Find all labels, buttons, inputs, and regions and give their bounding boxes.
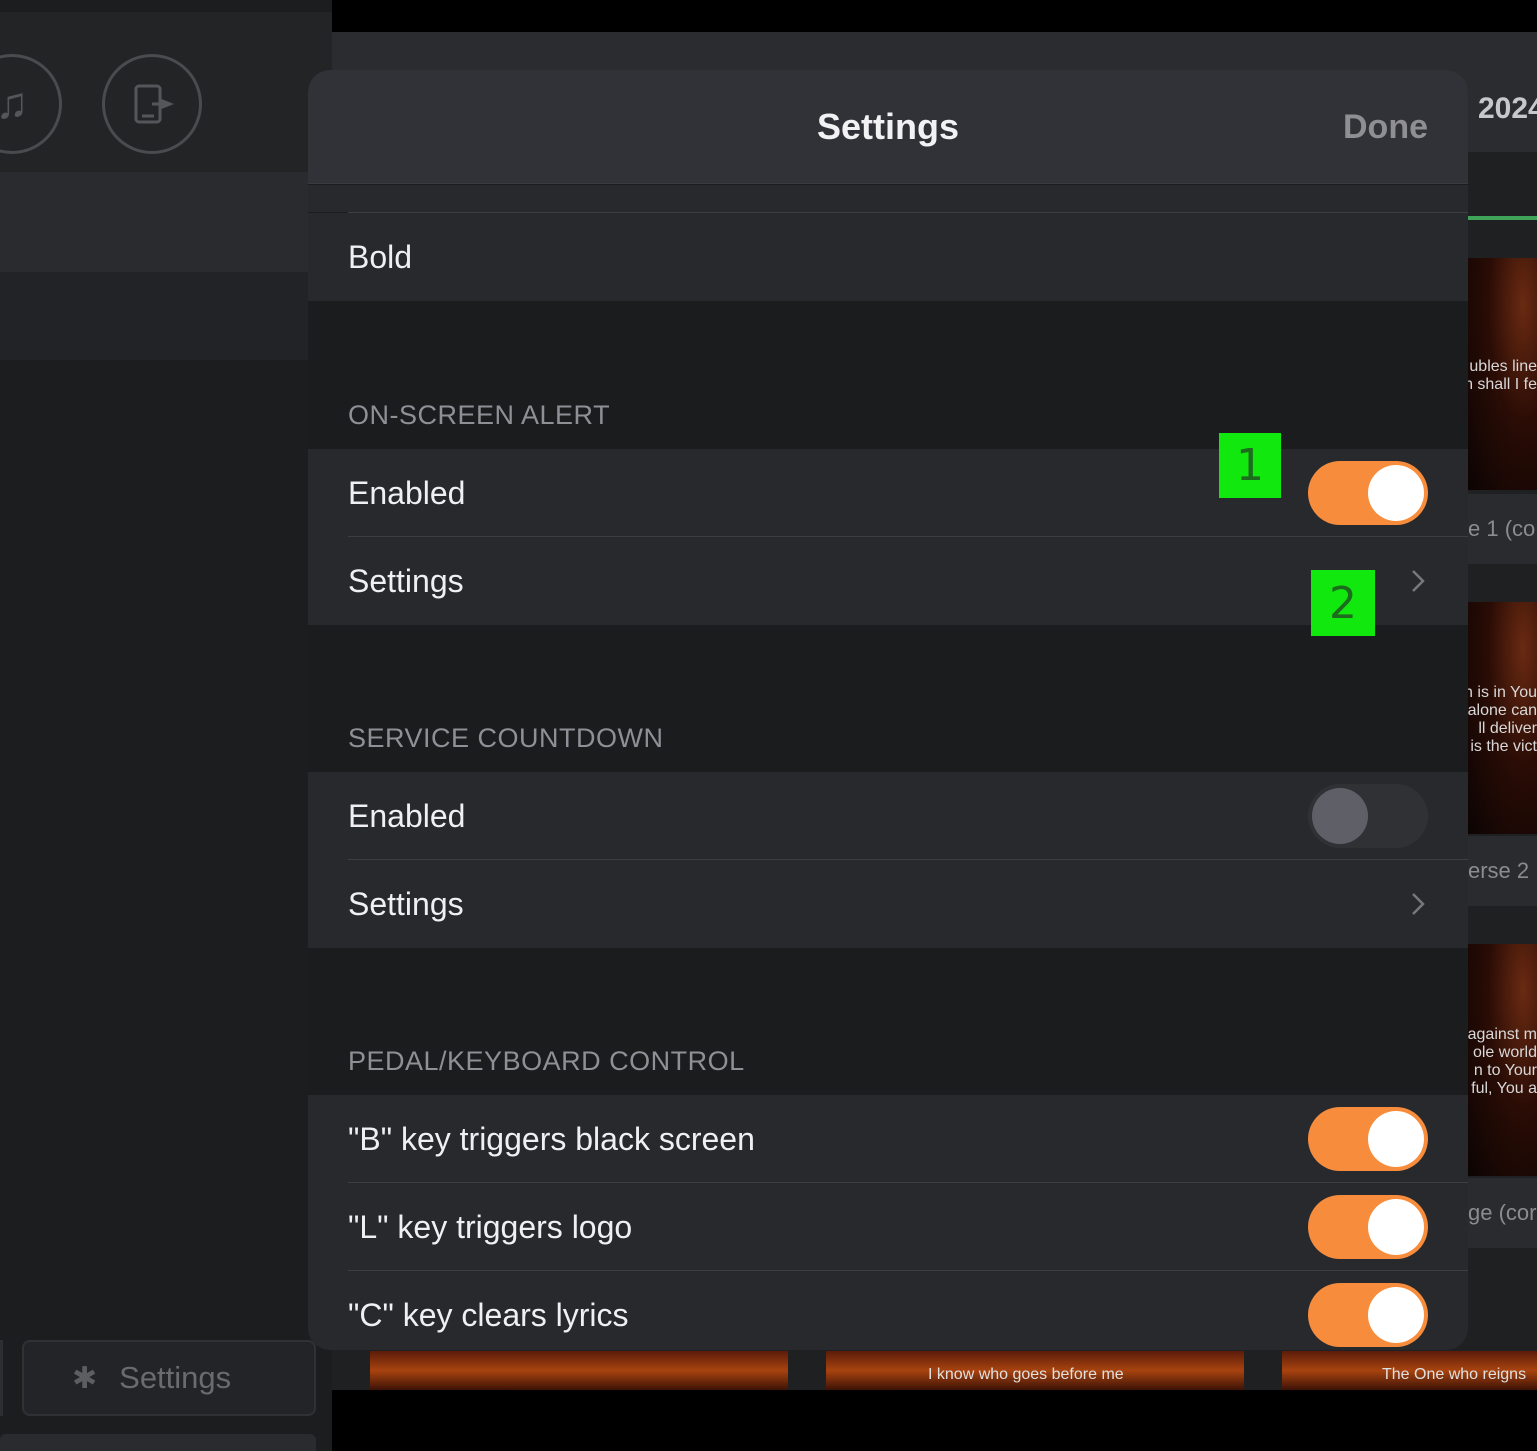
left-list-row[interactable] [0, 272, 332, 360]
chevron-right-icon [1408, 860, 1428, 948]
alert-enabled-label: Enabled [348, 474, 466, 511]
thumbnail-line: alone can [1468, 702, 1537, 719]
bottom-slide-thumbnail[interactable] [370, 1351, 788, 1390]
b-key-toggle[interactable] [1308, 1107, 1428, 1171]
verse-label: e 1 (co [1468, 494, 1537, 564]
toggle-knob [1368, 1111, 1424, 1167]
alert-settings-label: Settings [348, 562, 464, 599]
left-toolbar: ♫ [0, 12, 332, 172]
song-year: 2024 [1478, 92, 1537, 125]
thumbnail-line: ll deliver [1478, 720, 1537, 737]
display-exit-button[interactable] [102, 54, 202, 154]
section-header-on-screen-alert: ON-SCREEN ALERT [348, 400, 611, 430]
font-weight-label: Bold [348, 238, 413, 275]
active-tab-indicator [1468, 216, 1537, 220]
music-button[interactable]: ♫ [0, 54, 62, 154]
alert-enabled-toggle[interactable] [1308, 461, 1428, 525]
slide-thumbnail[interactable]: against m ole world n to Your ful, You a [1468, 944, 1537, 1176]
countdown-enabled-row: Enabled [308, 772, 1468, 860]
countdown-enabled-toggle[interactable] [1308, 784, 1428, 848]
annotation-badge-1: 1 [1219, 433, 1281, 498]
thumbnail-line: ubles line [1469, 358, 1537, 375]
modal-title: Settings [816, 106, 959, 147]
display-exit-icon [134, 84, 174, 124]
screen: ♫ ✱ Settings 2024 ubles line n shall I f… [0, 0, 1537, 1451]
bottom-slide-text: The One who reigns [1382, 1366, 1527, 1383]
scrolled-row [308, 185, 1468, 212]
music-note-icon: ♫ [0, 79, 29, 128]
b-key-row: "B" key triggers black screen [308, 1095, 1468, 1183]
c-key-label: "C" key clears lyrics [348, 1296, 629, 1333]
modal-header: Settings Done [308, 70, 1468, 184]
toggle-knob [1312, 788, 1368, 844]
left-bottom-strip [0, 1434, 316, 1451]
left-settings-button[interactable]: ✱ Settings [22, 1340, 316, 1416]
toggle-knob [1368, 1199, 1424, 1255]
font-weight-row[interactable]: Bold [308, 213, 1468, 301]
left-list-row-selected[interactable] [0, 172, 332, 272]
c-key-row: "C" key clears lyrics [308, 1271, 1468, 1350]
slide-thumbnail[interactable]: ubles line n shall I fe [1468, 258, 1537, 490]
verse-label: erse 2 [1468, 836, 1537, 906]
countdown-settings-label: Settings [348, 885, 464, 922]
toggle-knob [1368, 465, 1424, 521]
c-key-toggle[interactable] [1308, 1283, 1428, 1347]
l-key-toggle[interactable] [1308, 1195, 1428, 1259]
slide-thumbnail[interactable]: n is in You alone can ll deliver is the … [1468, 602, 1537, 834]
left-edge-button[interactable] [0, 1340, 3, 1416]
countdown-enabled-label: Enabled [348, 797, 466, 834]
thumbnail-line: ful, You a [1471, 1080, 1537, 1097]
l-key-row: "L" key triggers logo [308, 1183, 1468, 1271]
thumbnail-line: ole world [1472, 1044, 1537, 1061]
chevron-right-icon [1408, 537, 1428, 625]
alert-settings-row[interactable]: Settings [308, 537, 1468, 625]
b-key-label: "B" key triggers black screen [348, 1120, 755, 1157]
thumbnail-line: against m [1468, 1026, 1537, 1043]
l-key-label: "L" key triggers logo [348, 1208, 633, 1245]
thumbnail-line: is the vict [1470, 738, 1537, 755]
thumbnail-line: n to Your [1473, 1062, 1537, 1079]
countdown-settings-row[interactable]: Settings [308, 860, 1468, 948]
left-settings-label: Settings [119, 1360, 232, 1395]
toggle-knob [1368, 1287, 1424, 1343]
done-button[interactable]: Done [1343, 108, 1428, 147]
verse-label: ge (cor [1468, 1178, 1537, 1248]
thumbnail-line: n shall I fe [1468, 376, 1537, 393]
thumbnail-line: n is in You [1468, 684, 1537, 701]
section-header-service-countdown: SERVICE COUNTDOWN [348, 723, 664, 753]
annotation-badge-2: 2 [1311, 570, 1375, 636]
settings-modal: Settings Done Bold ON-SCREEN ALERT Enabl… [308, 70, 1468, 1350]
gear-icon: ✱ [72, 1361, 98, 1395]
alert-enabled-row: Enabled [308, 449, 1468, 537]
bottom-slide-text: I know who goes before me [928, 1366, 1124, 1383]
section-header-pedal-keyboard: PEDAL/KEYBOARD CONTROL [348, 1046, 745, 1076]
